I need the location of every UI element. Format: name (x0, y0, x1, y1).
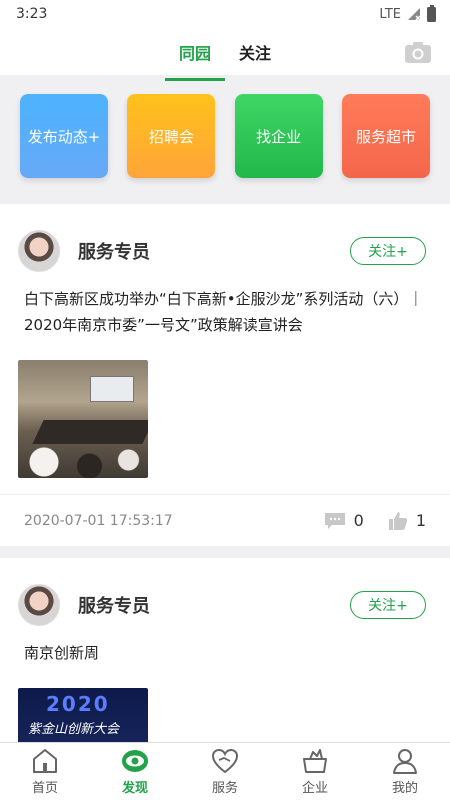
nav-service-label: 服务 (211, 781, 238, 796)
post-text[interactable]: 南京创新周 (0, 634, 450, 666)
nav-home-label: 首页 (31, 781, 58, 796)
post-author[interactable]: 服务专员 (78, 238, 350, 264)
status-icons: LTE (379, 4, 436, 22)
network-label: LTE (379, 6, 401, 22)
nav-profile-label: 我的 (391, 781, 418, 796)
clock: 3:23 (16, 6, 48, 22)
follow-button[interactable]: 关注+ (350, 237, 426, 265)
camera-icon[interactable] (404, 40, 432, 64)
service-market-button[interactable]: 服务超市 (341, 94, 430, 178)
enterprise-icon (303, 749, 327, 773)
find-company-button[interactable]: 找企业 (234, 94, 323, 178)
comment-count: 0 (353, 511, 364, 530)
nav-home[interactable]: 首页 (0, 743, 90, 800)
projector-screen (90, 376, 134, 402)
tab-following[interactable]: 关注 (239, 34, 271, 70)
thumbs-up-icon (388, 511, 407, 530)
avatar[interactable] (18, 584, 60, 626)
nav-enterprise-label: 企业 (301, 781, 328, 796)
nav-discover-label: 发现 (121, 781, 148, 796)
nav-service[interactable]: 服务 (180, 743, 270, 800)
publish-post-button[interactable]: 发布动态+ (20, 94, 108, 178)
banner-year: 2020 (46, 692, 110, 716)
feed-post: 服务专员 关注+ 白下高新区成功举办“白下高新•企服沙龙”系列活动（六）｜202… (0, 204, 450, 546)
job-fair-button[interactable]: 招聘会 (127, 94, 216, 178)
bottom-nav: 首页 发现 服务 企业 我的 (0, 742, 450, 800)
post-author[interactable]: 服务专员 (78, 592, 350, 618)
signal-icon (408, 8, 421, 21)
user-icon (393, 749, 417, 774)
status-bar: 3:23 LTE (0, 0, 450, 28)
follow-button[interactable]: 关注+ (350, 591, 426, 619)
feed-divider (0, 546, 450, 558)
like-count: 1 (415, 511, 426, 530)
post-image[interactable] (18, 360, 148, 478)
avatar[interactable] (18, 230, 60, 272)
nav-discover[interactable]: 发现 (90, 743, 180, 800)
post-text[interactable]: 白下高新区成功举办“白下高新•企服沙龙”系列活动（六）｜2020年南京市委”一号… (0, 280, 450, 338)
tab-campus[interactable]: 同园 (164, 34, 226, 81)
home-icon (33, 749, 57, 773)
attendees (18, 438, 148, 478)
top-tabs: 同园 关注 (0, 28, 450, 81)
quick-actions: 发布动态+ 招聘会 找企业 服务超市 (0, 76, 450, 204)
heart-icon (211, 748, 239, 774)
banner-slogan: 紫金山创新大会 (28, 722, 120, 737)
post-timestamp: 2020-07-01 17:53:17 (24, 512, 173, 529)
like-stat[interactable]: 1 (388, 511, 426, 531)
post-header: 服务专员 关注+ (0, 558, 450, 634)
nav-enterprise[interactable]: 企业 (270, 743, 360, 800)
post-header: 服务专员 关注+ (0, 204, 450, 280)
post-footer: 2020-07-01 17:53:17 0 1 (0, 494, 450, 546)
comment-stat[interactable]: 0 (324, 511, 364, 530)
nav-profile[interactable]: 我的 (360, 743, 450, 800)
comment-icon (324, 512, 345, 529)
eye-icon (122, 750, 148, 772)
battery-icon (427, 4, 436, 22)
